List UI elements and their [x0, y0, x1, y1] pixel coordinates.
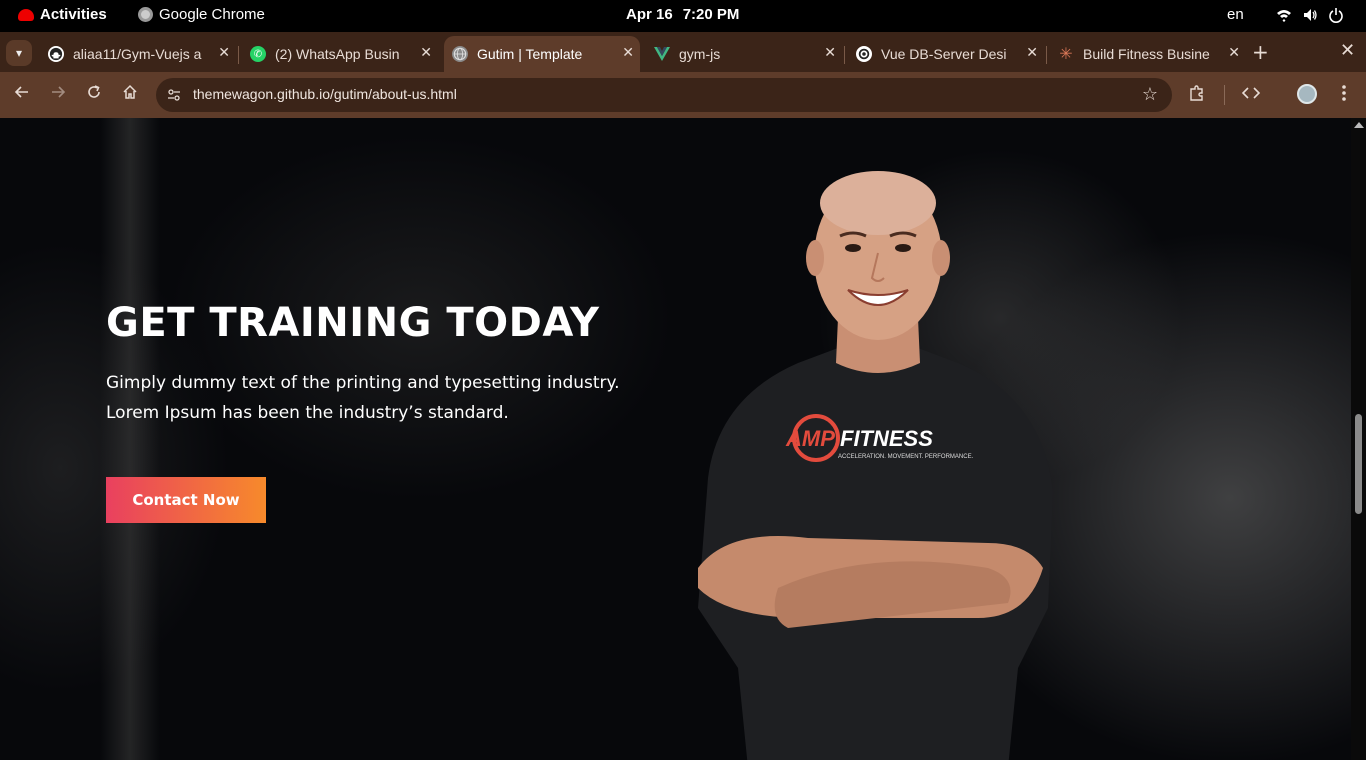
system-status-area[interactable]	[1276, 7, 1344, 23]
page-bottom-edge	[0, 760, 1366, 768]
tab-strip: ▾ aliaa11/Gym-Vuejs a ✕ ✆ (2) WhatsApp B…	[0, 32, 1366, 72]
tab-gutim-active[interactable]: Gutim | Template ✕	[444, 36, 640, 72]
tab-gym-js[interactable]: gym-js ✕	[646, 36, 842, 72]
contact-now-button[interactable]: Contact Now	[106, 477, 266, 523]
close-icon[interactable]: ✕	[1228, 44, 1240, 61]
hero-title: GET TRAINING TODAY	[106, 300, 600, 346]
tab-separator	[844, 46, 845, 64]
reload-button[interactable]	[83, 84, 105, 106]
chrome-menu-button[interactable]	[1336, 84, 1352, 106]
activities-label: Activities	[40, 6, 107, 23]
url-text[interactable]: themewagon.github.io/gutim/about-us.html	[193, 86, 457, 102]
trainer-image: AMP FITNESS ACCELERATION. MOVEMENT. PERF…	[698, 171, 1053, 760]
reload-icon	[88, 85, 100, 98]
vue-icon	[654, 46, 670, 62]
page-scrollbar[interactable]	[1351, 118, 1366, 760]
window-close-button[interactable]: ✕	[1340, 40, 1355, 61]
tab-github[interactable]: aliaa11/Gym-Vuejs a ✕	[40, 36, 236, 72]
power-icon	[1328, 7, 1344, 23]
clock-date: Apr 16	[626, 6, 673, 23]
tab-separator	[1046, 46, 1047, 64]
code-icon	[1241, 87, 1261, 99]
tab-label: gym-js	[679, 46, 721, 62]
shirt-brand-text: AMP	[785, 426, 835, 451]
clock[interactable]: Apr 16 7:20 PM	[626, 6, 739, 23]
scroll-thumb[interactable]	[1355, 414, 1362, 514]
puzzle-icon	[1190, 85, 1203, 101]
arrow-left-icon	[14, 86, 28, 98]
close-icon[interactable]: ✕	[218, 44, 230, 61]
close-icon[interactable]: ✕	[1026, 44, 1038, 61]
scroll-up-arrow-icon[interactable]	[1354, 122, 1364, 128]
app-menu[interactable]: Google Chrome	[138, 6, 265, 23]
hero-section: GET TRAINING TODAY Gimply dummy text of …	[0, 118, 1351, 760]
background-gym-image	[100, 118, 160, 760]
home-button[interactable]	[119, 84, 141, 106]
app-name: Google Chrome	[159, 6, 265, 23]
chevron-down-icon: ▾	[15, 46, 23, 60]
close-icon[interactable]: ✕	[824, 44, 836, 61]
tab-label: Vue DB-Server Desi	[881, 46, 1007, 62]
globe-icon	[452, 46, 468, 62]
new-tab-button[interactable]: +	[1252, 40, 1269, 64]
tab-vue-db[interactable]: Vue DB-Server Desi ✕	[848, 36, 1044, 72]
wifi-icon	[1276, 7, 1292, 23]
chrome-icon	[138, 7, 153, 22]
close-icon[interactable]: ✕	[420, 44, 432, 61]
tab-separator	[238, 46, 239, 64]
tab-build-fitness[interactable]: ✳ Build Fitness Busine ✕	[1050, 36, 1246, 72]
openai-icon	[856, 46, 872, 62]
arrow-right-icon	[52, 86, 66, 98]
bookmark-star-icon[interactable]: ☆	[1142, 84, 1158, 105]
claude-icon: ✳	[1059, 46, 1073, 63]
profile-avatar[interactable]	[1297, 84, 1317, 104]
hero-description-line-1: Gimply dummy text of the printing and ty…	[106, 373, 620, 393]
tab-label: Build Fitness Busine	[1083, 46, 1210, 62]
hero-description: Gimply dummy text of the printing and ty…	[106, 368, 666, 428]
forward-button[interactable]	[47, 84, 69, 106]
language-indicator[interactable]: en	[1227, 6, 1244, 23]
tab-whatsapp[interactable]: ✆ (2) WhatsApp Busin ✕	[242, 36, 438, 72]
volume-icon	[1302, 7, 1318, 23]
close-icon[interactable]: ✕	[622, 44, 634, 61]
back-button[interactable]	[11, 84, 33, 106]
site-info-icon[interactable]	[166, 87, 182, 103]
browser-toolbar: themewagon.github.io/gutim/about-us.html…	[0, 72, 1366, 118]
clock-time: 7:20 PM	[682, 6, 740, 23]
github-icon	[48, 46, 64, 62]
kebab-menu-icon	[1342, 85, 1346, 101]
system-top-bar: Activities Google Chrome Apr 16 7:20 PM …	[0, 0, 1366, 32]
tab-label: (2) WhatsApp Busin	[275, 46, 400, 62]
tab-label: aliaa11/Gym-Vuejs a	[73, 46, 202, 62]
home-icon	[123, 84, 137, 99]
hero-description-line-2: Lorem Ipsum has been the industry’s stan…	[106, 403, 509, 423]
svg-text:FITNESS: FITNESS	[840, 426, 933, 451]
toolbar-divider	[1224, 85, 1225, 105]
extensions-button[interactable]	[1188, 84, 1206, 106]
whatsapp-icon: ✆	[250, 46, 266, 62]
address-bar[interactable]: themewagon.github.io/gutim/about-us.html…	[156, 78, 1172, 112]
devtools-button[interactable]	[1241, 84, 1261, 106]
redhat-icon	[18, 8, 34, 21]
activities-button[interactable]: Activities	[18, 6, 107, 23]
tab-search-button[interactable]: ▾	[6, 40, 32, 66]
svg-text:ACCELERATION. MOVEMENT. PERFOR: ACCELERATION. MOVEMENT. PERFORMANCE.	[838, 454, 974, 460]
tab-label: Gutim | Template	[477, 46, 583, 62]
